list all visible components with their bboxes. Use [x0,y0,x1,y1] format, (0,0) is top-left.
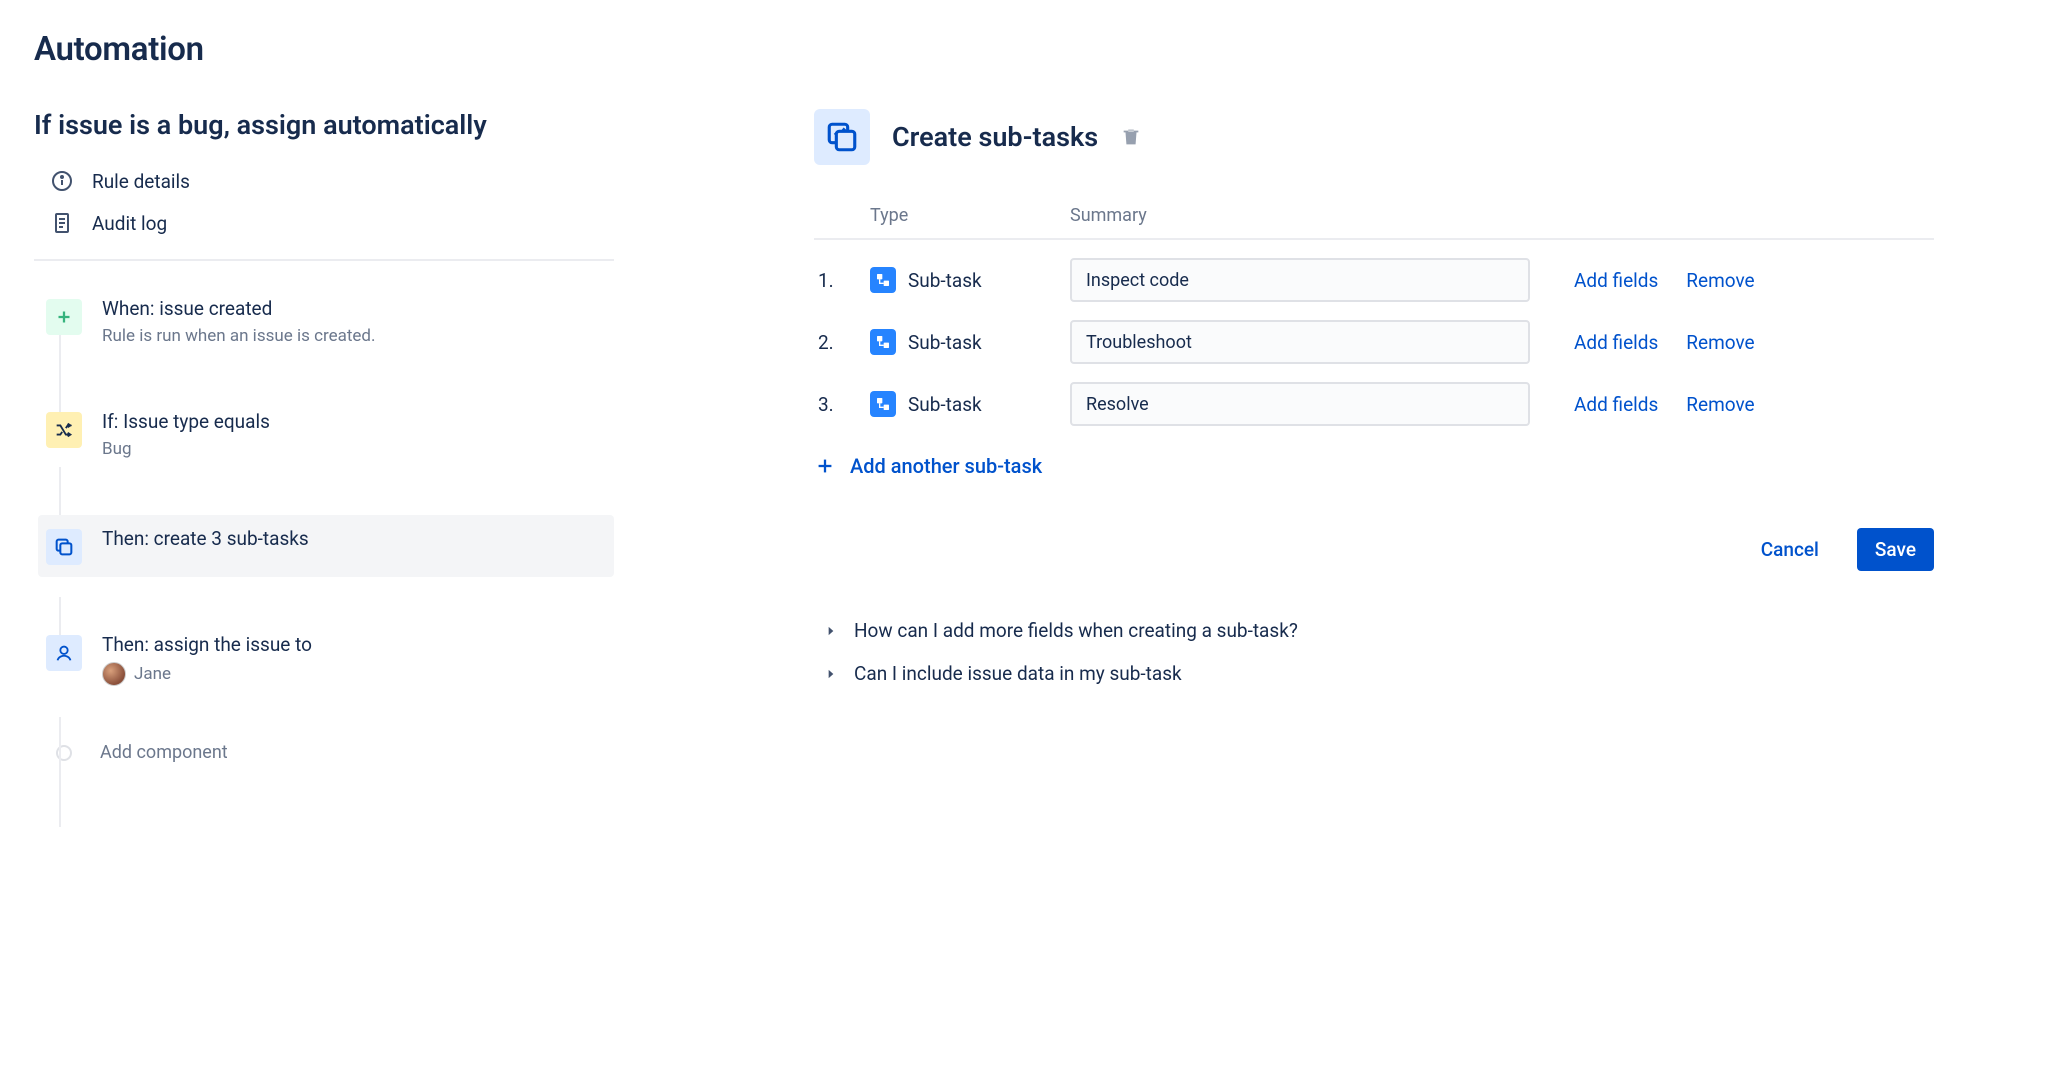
rule-details-link[interactable]: Rule details [34,169,614,193]
row-number: 2. [814,331,850,354]
step-subtasks-title: Then: create 3 sub-tasks [102,527,602,550]
chevron-right-icon [824,624,838,638]
add-subtask-button[interactable]: Add another sub-task [814,454,1934,478]
table-header: Type Summary [814,205,1934,240]
table-row: 3. Sub-task Add fields Remove [814,382,1934,426]
user-icon [46,635,82,671]
step-trigger[interactable]: When: issue created Rule is run when an … [38,289,614,354]
audit-log-link[interactable]: Audit log [34,211,614,235]
config-panel: Create sub-tasks Type Summary 1. Sub-tas… [814,109,1934,685]
assignee-name: Jane [134,664,171,684]
subtask-type-icon [870,391,896,417]
summary-input[interactable] [1070,382,1530,426]
cancel-button[interactable]: Cancel [1743,528,1837,571]
save-button[interactable]: Save [1857,528,1934,571]
subtask-type-label: Sub-task [908,393,982,416]
step-create-subtasks[interactable]: Then: create 3 sub-tasks [38,515,614,577]
rule-details-label: Rule details [92,170,190,193]
step-trigger-title: When: issue created [102,297,602,320]
step-condition-subtitle: Bug [102,439,602,459]
help-item[interactable]: Can I include issue data in my sub-task [814,662,1934,685]
table-row: 1. Sub-task Add fields Remove [814,258,1934,302]
step-assign[interactable]: Then: assign the issue to Jane [38,625,614,694]
delete-button[interactable] [1120,126,1142,148]
subtasks-icon [46,529,82,565]
table-row: 2. Sub-task Add fields Remove [814,320,1934,364]
plus-icon [46,299,82,335]
row-number: 1. [814,269,850,292]
divider [34,259,614,261]
add-fields-button[interactable]: Add fields [1574,269,1658,292]
document-icon [50,211,74,235]
audit-log-label: Audit log [92,212,167,235]
help-item[interactable]: How can I add more fields when creating … [814,619,1934,642]
subtask-type-icon [870,329,896,355]
chevron-right-icon [824,667,838,681]
step-condition[interactable]: If: Issue type equals Bug [38,402,614,467]
step-condition-title: If: Issue type equals [102,410,602,433]
add-subtask-label: Add another sub-task [850,454,1042,478]
shuffle-icon [46,412,82,448]
help-item-label: Can I include issue data in my sub-task [854,662,1182,685]
add-component-label: Add component [100,742,228,763]
column-type: Type [870,205,1050,226]
remove-button[interactable]: Remove [1686,269,1754,292]
subtask-type-icon [870,267,896,293]
add-component-button[interactable]: Add component [38,742,614,763]
rule-sidebar: If issue is a bug, assign automatically … [34,109,614,763]
type-cell[interactable]: Sub-task [870,267,1050,293]
type-cell[interactable]: Sub-task [870,329,1050,355]
panel-title: Create sub-tasks [892,121,1098,153]
connector [59,717,61,827]
remove-button[interactable]: Remove [1686,393,1754,416]
subtasks-icon [814,109,870,165]
column-summary: Summary [1070,205,1530,226]
row-number: 3. [814,393,850,416]
remove-button[interactable]: Remove [1686,331,1754,354]
type-cell[interactable]: Sub-task [870,391,1050,417]
info-icon [50,169,74,193]
add-fields-button[interactable]: Add fields [1574,331,1658,354]
add-fields-button[interactable]: Add fields [1574,393,1658,416]
subtask-type-label: Sub-task [908,331,982,354]
avatar [102,662,126,686]
summary-input[interactable] [1070,258,1530,302]
help-item-label: How can I add more fields when creating … [854,619,1298,642]
subtask-type-label: Sub-task [908,269,982,292]
page-title: Automation [34,30,2014,69]
summary-input[interactable] [1070,320,1530,364]
step-trigger-subtitle: Rule is run when an issue is created. [102,326,602,346]
rule-name: If issue is a bug, assign automatically [34,109,614,141]
step-assign-title: Then: assign the issue to [102,633,602,656]
